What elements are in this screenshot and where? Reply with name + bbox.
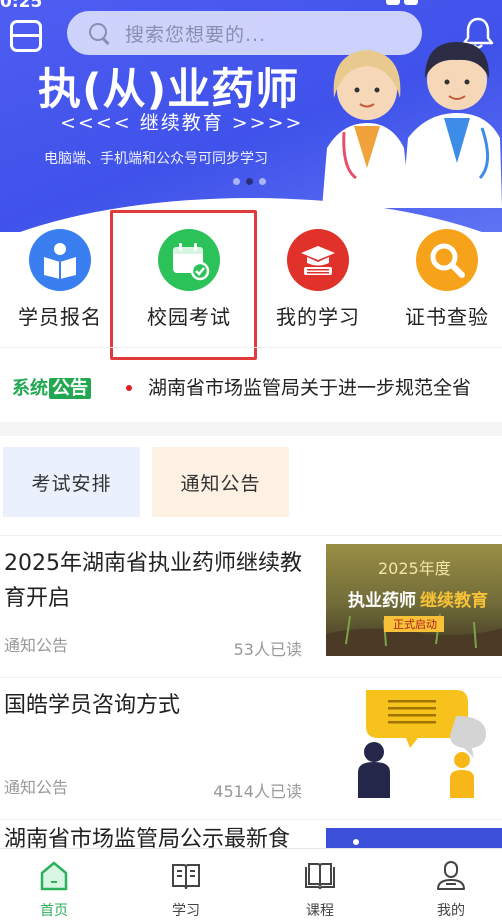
article-title: 2025年湖南省执业药师继续教育开启 — [4, 551, 302, 611]
quick-item-enroll[interactable]: 学员报名 — [0, 222, 120, 330]
notice-tag: 系统 公告 — [12, 374, 91, 400]
open-book-icon — [172, 864, 200, 890]
article-read-count: 4514人已读 — [213, 782, 302, 801]
banner-subtitle: <<<< 继续教育 >>>> — [60, 112, 304, 134]
notice-tag-prefix: 系统 — [12, 378, 48, 399]
doctors-illustration — [322, 42, 502, 208]
quick-item-label: 证书查验 — [405, 305, 489, 329]
scan-menu-icon[interactable] — [10, 20, 42, 52]
article-item[interactable]: 2025年湖南省执业药师继续教育开启 通知公告 53人已读 2025年度 执业药… — [0, 535, 502, 677]
article-thumbnail: 2025年度 执业药师 继续教育 正式启动 — [326, 544, 502, 656]
graduation-cap-icon — [287, 229, 349, 291]
article-thumbnail — [326, 686, 502, 798]
carousel-indicator — [233, 178, 266, 185]
quick-item-label: 学员报名 — [18, 305, 102, 329]
system-notice-bar[interactable]: 系统 公告 湖南省市场监管局关于进一步规范全省 — [0, 347, 502, 423]
nav-label: 首页 — [40, 903, 68, 919]
user-icon — [437, 861, 465, 890]
highlight-box — [110, 210, 257, 360]
article-category: 通知公告 — [4, 778, 69, 797]
quick-item-my-study[interactable]: 我的学习 — [258, 222, 378, 330]
search-icon — [87, 21, 111, 45]
thumb-badge: 正式启动 — [393, 618, 437, 631]
tab-exam-schedule[interactable]: 考试安排 — [3, 447, 140, 517]
nav-item-courses[interactable]: 课程 — [270, 849, 370, 921]
magnifier-icon — [416, 229, 478, 291]
nav-item-home[interactable]: 首页 — [4, 849, 104, 921]
home-icon — [40, 861, 68, 891]
banner-carousel[interactable]: 0:25 搜索您想要的... 执(从)业药师 <<<< 继续教育 >>>> 电脑… — [0, 0, 502, 232]
carousel-dot — [233, 178, 240, 185]
nav-label: 我的 — [437, 903, 465, 919]
notice-text[interactable]: 湖南省市场监管局关于进一步规范全省 — [148, 373, 502, 400]
tab-notices[interactable]: 通知公告 — [152, 447, 289, 517]
article-item[interactable]: 国皓学员咨询方式 通知公告 4514人已读 — [0, 677, 502, 819]
article-title: 国皓学员咨询方式 — [4, 693, 181, 718]
notice-dot-icon — [126, 385, 132, 391]
nav-item-study[interactable]: 学习 — [136, 849, 236, 921]
banner-note: 电脑端、手机端和公众号可同步学习 — [44, 151, 268, 167]
article-category: 通知公告 — [4, 636, 69, 655]
nav-item-mine[interactable]: 我的 — [401, 849, 501, 921]
thumb-line1: 执业药师 — [348, 590, 416, 611]
article-read-count: 53人已读 — [233, 640, 302, 659]
carousel-dot — [259, 178, 266, 185]
status-time: 0:25 — [0, 0, 43, 12]
carousel-dot-active — [246, 178, 253, 185]
quick-item-cert-verify[interactable]: 证书查验 — [387, 222, 502, 330]
book-reader-icon — [29, 229, 91, 291]
thumb-line2: 继续教育 — [420, 590, 488, 611]
course-book-icon — [305, 863, 335, 890]
quick-item-label: 我的学习 — [276, 305, 360, 329]
status-icons — [382, 0, 442, 6]
search-placeholder: 搜索您想要的... — [125, 23, 267, 46]
nav-label: 课程 — [306, 903, 334, 919]
section-divider — [0, 422, 502, 436]
notice-tag-highlight: 公告 — [49, 378, 91, 399]
thumb-year: 2025年度 — [378, 559, 451, 578]
nav-label: 学习 — [172, 903, 200, 919]
bottom-navigation: 首页 学习 课程 我的 — [0, 848, 502, 921]
